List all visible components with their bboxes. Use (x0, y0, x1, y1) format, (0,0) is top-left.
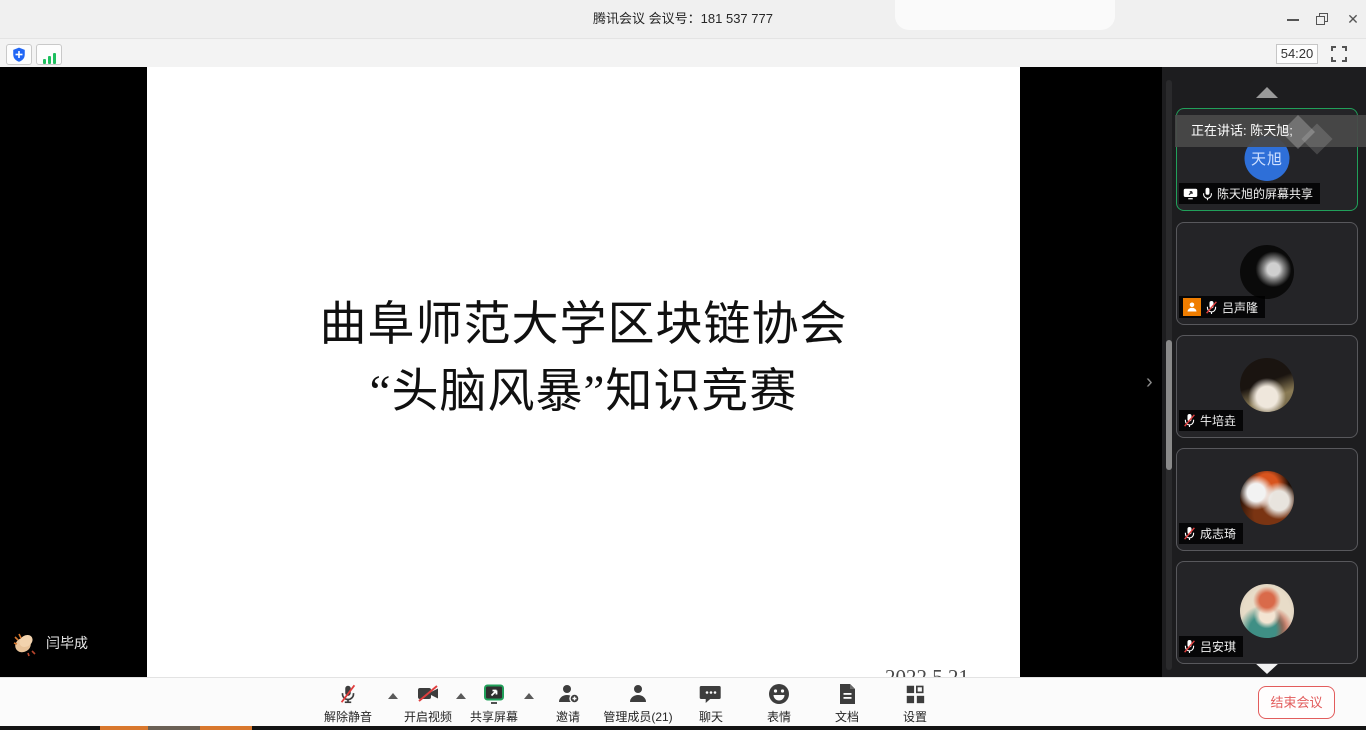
shield-icon (12, 47, 26, 62)
slide-title: 曲阜师范大学区块链协会 “头脑风暴”知识竞赛 (147, 292, 1020, 426)
participant-label: 吕声隆 (1179, 296, 1265, 318)
restore-button[interactable] (1314, 10, 1332, 28)
participant-tile[interactable]: 牛培垚 (1176, 335, 1358, 438)
participant-label: 吕安琪 (1179, 636, 1243, 657)
now-speaking-banner: 正在讲话: 陈天旭; (1175, 115, 1366, 147)
meeting-toolbar-strip (0, 38, 1366, 67)
avatar (1240, 245, 1294, 299)
taskbar-edge (0, 726, 1366, 730)
window-title: 腾讯会议 会议号：181 537 777 (0, 0, 1366, 38)
sidebar-scrollbar-thumb[interactable] (1166, 340, 1172, 470)
close-button[interactable]: ✕ (1344, 10, 1362, 28)
toolbar-label: 聊天 (699, 708, 723, 725)
avatar (1240, 358, 1294, 412)
slide-title-line1: 曲阜师范大学区块链协会 (147, 292, 1020, 359)
settings-button[interactable]: 设置 (867, 682, 963, 725)
minimize-button[interactable] (1284, 10, 1302, 28)
toolbar-label: 文档 (835, 708, 859, 725)
invite-person-icon (556, 682, 580, 706)
participant-name: 陈天旭的屏幕共享 (1217, 185, 1313, 202)
mic-muted-icon (1205, 300, 1218, 315)
slide-date: 2022.5.21 (847, 665, 1007, 677)
network-signal-button[interactable] (36, 44, 62, 65)
participant-tile[interactable]: 成志琦 (1176, 448, 1358, 551)
participant-name: 成志琦 (1200, 525, 1236, 542)
participant-name: 牛培垚 (1200, 412, 1236, 429)
toolbar-label: 解除静音 (324, 708, 372, 725)
member-badge-icon (1183, 298, 1201, 316)
avatar (1240, 471, 1294, 525)
mic-muted-icon (1183, 526, 1196, 541)
mic-muted-icon (1183, 413, 1196, 428)
tencent-meeting-window: 腾讯会议 会议号：181 537 777 ✕ 54:20 曲阜师范大学区块链协会… (0, 0, 1366, 730)
fullscreen-button[interactable] (1331, 46, 1347, 62)
mic-muted-icon (1183, 639, 1196, 654)
shared-slide: 曲阜师范大学区块链协会 “头脑风暴”知识竞赛 2022.5.21 (147, 67, 1020, 677)
toolbar-label: 邀请 (556, 708, 580, 725)
participant-name: 吕声隆 (1222, 299, 1258, 316)
toolbar-label: 表情 (767, 708, 791, 725)
screen-share-icon (1183, 188, 1198, 200)
self-name: 闫毕成 (46, 633, 88, 653)
settings-grid-icon (904, 682, 926, 706)
members-icon (626, 682, 650, 706)
chat-bubble-icon (699, 682, 723, 706)
toolbar-label: 设置 (903, 708, 927, 725)
restore-icon (1316, 16, 1325, 25)
avatar (1240, 584, 1294, 638)
camera-off-icon (415, 682, 441, 706)
mic-muted-icon (337, 682, 359, 706)
participant-label: 成志琦 (1179, 523, 1243, 544)
end-meeting-button[interactable]: 结束会议 (1258, 686, 1335, 719)
document-icon (836, 682, 858, 706)
participant-tile[interactable]: 吕声隆 (1176, 222, 1358, 325)
toolbar-label: 共享屏幕 (470, 708, 518, 725)
sidebar-collapse-chevron[interactable]: › (1146, 369, 1162, 395)
mic-on-icon (1202, 187, 1213, 201)
participant-name: 吕安琪 (1200, 638, 1236, 655)
scroll-up-arrow[interactable] (1256, 87, 1278, 98)
toolbar-label: 开启视频 (404, 708, 452, 725)
participant-label: 陈天旭的屏幕共享 (1179, 183, 1320, 204)
clapping-hands-icon (10, 629, 38, 657)
participant-tile[interactable]: 吕安琪 (1176, 561, 1358, 664)
slide-title-line2: “头脑风暴”知识竞赛 (147, 359, 1020, 426)
smiley-icon (767, 682, 791, 706)
share-screen-icon (482, 682, 506, 706)
self-view-label: 闫毕成 (10, 628, 88, 658)
security-shield-button[interactable] (6, 44, 32, 65)
signal-bars-icon (43, 46, 56, 64)
meeting-timer: 54:20 (1276, 44, 1318, 64)
participant-label: 牛培垚 (1179, 410, 1243, 431)
